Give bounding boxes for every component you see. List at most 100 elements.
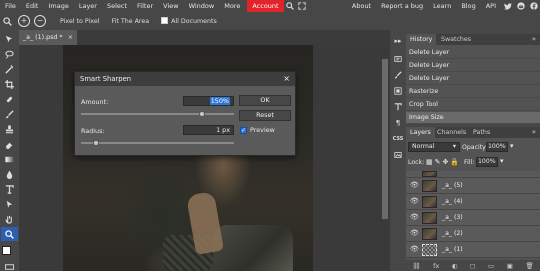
layer-row[interactable]: 👁 _a_ (5) bbox=[406, 178, 540, 194]
menu-more[interactable]: More bbox=[219, 0, 245, 12]
document-tab[interactable]: _a_ (1).psd * × bbox=[19, 30, 77, 45]
layer-row[interactable]: 👁 _a_ (2) bbox=[406, 226, 540, 242]
fill-dropdown-icon[interactable]: ▾ bbox=[500, 157, 504, 165]
menu-view[interactable]: View bbox=[158, 0, 183, 12]
swatches-panel-icon[interactable] bbox=[391, 84, 405, 97]
menu-layer[interactable]: Layer bbox=[74, 0, 102, 12]
lasso-tool-icon[interactable] bbox=[1, 47, 18, 61]
clone-stamp-tool-icon[interactable] bbox=[1, 122, 18, 136]
reset-button[interactable]: Reset bbox=[239, 110, 291, 121]
visibility-eye-icon[interactable]: 👁 bbox=[410, 213, 419, 221]
layer-row-partial[interactable] bbox=[406, 171, 540, 178]
image-panel-icon[interactable] bbox=[391, 148, 405, 161]
opacity-input[interactable]: 100% bbox=[486, 142, 508, 152]
visibility-eye-icon[interactable]: 👁 bbox=[410, 229, 419, 237]
history-item[interactable]: Delete Layer bbox=[406, 47, 540, 59]
menu-filter[interactable]: Filter bbox=[132, 0, 158, 12]
preview-checkbox[interactable]: ✓ bbox=[240, 127, 247, 134]
ok-button[interactable]: OK bbox=[239, 95, 291, 106]
tab-swatches[interactable]: Swatches bbox=[437, 34, 475, 45]
zoom-out-button[interactable]: − bbox=[34, 15, 46, 27]
link-layers-icon[interactable]: ⛓ bbox=[412, 262, 420, 270]
menu-window[interactable]: Window bbox=[184, 0, 220, 12]
layer-row[interactable]: 👁 _a_ (1) bbox=[406, 242, 540, 258]
foreground-color[interactable] bbox=[2, 246, 11, 255]
history-item[interactable]: Rasterize bbox=[406, 86, 540, 98]
quick-mask-icon[interactable] bbox=[1, 263, 18, 271]
link-api[interactable]: API bbox=[481, 0, 501, 12]
visibility-eye-icon[interactable]: 👁 bbox=[410, 245, 419, 253]
blend-mode-select[interactable]: Normal ▾ bbox=[408, 142, 460, 152]
history-item[interactable]: Image Size bbox=[406, 112, 540, 124]
fullscreen-icon[interactable] bbox=[296, 0, 308, 12]
link-blog[interactable]: Blog bbox=[456, 0, 480, 12]
account-button[interactable]: Account bbox=[247, 0, 284, 12]
close-tab-icon[interactable]: × bbox=[68, 30, 73, 45]
amount-slider-knob[interactable] bbox=[198, 111, 205, 117]
opacity-dropdown-icon[interactable]: ▾ bbox=[510, 142, 514, 150]
visibility-eye-icon[interactable]: 👁 bbox=[410, 197, 419, 205]
radius-slider-knob[interactable] bbox=[93, 140, 100, 146]
link-report-bug[interactable]: Report a bug bbox=[376, 0, 428, 12]
amount-input[interactable]: 150% bbox=[183, 96, 234, 106]
gradient-tool-icon[interactable] bbox=[1, 152, 18, 166]
css-panel-icon[interactable]: CSS bbox=[391, 132, 405, 145]
twitter-icon[interactable] bbox=[501, 0, 514, 12]
layer-mask-icon[interactable]: ◻ bbox=[470, 262, 475, 270]
layer-effects-icon[interactable]: fx bbox=[433, 262, 439, 270]
paragraph-panel-icon[interactable]: ¶ bbox=[391, 116, 405, 129]
link-about[interactable]: About bbox=[347, 0, 376, 12]
character-panel-icon[interactable] bbox=[391, 100, 405, 113]
eraser-tool-icon[interactable] bbox=[1, 137, 18, 151]
menu-file[interactable]: File bbox=[0, 0, 21, 12]
delete-layer-icon[interactable]: 🗑 bbox=[525, 262, 533, 270]
collapse-icon[interactable]: » bbox=[532, 34, 536, 45]
fit-area-button[interactable]: Fit The Area bbox=[107, 15, 153, 28]
tab-paths[interactable]: Paths bbox=[469, 127, 494, 138]
history-item[interactable]: Delete Layer bbox=[406, 60, 540, 72]
tab-history[interactable]: History bbox=[406, 34, 437, 45]
search-icon[interactable] bbox=[284, 0, 296, 12]
menu-select[interactable]: Select bbox=[102, 0, 132, 12]
radius-slider[interactable] bbox=[81, 140, 234, 146]
brush-tool-icon[interactable] bbox=[1, 107, 18, 121]
color-swatches[interactable] bbox=[2, 246, 17, 261]
scrollbar-thumb[interactable] bbox=[382, 59, 388, 219]
layer-row[interactable]: 👁 _a_ (3) bbox=[406, 210, 540, 226]
magic-wand-tool-icon[interactable] bbox=[1, 62, 18, 76]
hand-tool-icon[interactable] bbox=[1, 212, 18, 226]
menu-edit[interactable]: Edit bbox=[21, 0, 44, 12]
facebook-icon[interactable] bbox=[527, 0, 540, 12]
amount-slider[interactable] bbox=[81, 111, 234, 117]
layer-row[interactable]: 👁 _a_ (4) bbox=[406, 194, 540, 210]
link-learn[interactable]: Learn bbox=[428, 0, 456, 12]
reddit-icon[interactable] bbox=[514, 0, 527, 12]
vertical-scrollbar[interactable] bbox=[381, 45, 389, 271]
visibility-eye-icon[interactable]: 👁 bbox=[410, 181, 419, 189]
move-tool-icon[interactable] bbox=[1, 32, 18, 46]
all-documents-option[interactable]: All Documents bbox=[157, 15, 221, 28]
close-icon[interactable]: × bbox=[283, 72, 290, 86]
tab-channels[interactable]: Channels bbox=[433, 127, 470, 138]
tab-layers[interactable]: Layers bbox=[406, 127, 435, 138]
pixel-to-pixel-button[interactable]: Pixel to Pixel bbox=[56, 15, 103, 28]
radius-input[interactable]: 1 px bbox=[183, 125, 234, 135]
path-select-tool-icon[interactable] bbox=[1, 197, 18, 211]
lock-icons[interactable]: ▦✎✥🔒 bbox=[426, 158, 461, 166]
collapse-panels-icon[interactable]: ▸▸ bbox=[391, 34, 405, 47]
blur-tool-icon[interactable] bbox=[1, 167, 18, 181]
fill-input[interactable]: 100% bbox=[476, 157, 498, 167]
history-item[interactable]: Crop Tool bbox=[406, 99, 540, 111]
zoom-in-button[interactable]: + bbox=[18, 15, 30, 27]
adjustment-layer-icon[interactable]: ◐ bbox=[452, 262, 458, 270]
type-tool-icon[interactable] bbox=[1, 182, 18, 196]
healing-tool-icon[interactable] bbox=[1, 92, 18, 106]
crop-tool-icon[interactable] bbox=[1, 77, 18, 91]
history-panel-icon[interactable] bbox=[391, 52, 405, 65]
collapse-icon[interactable]: » bbox=[532, 127, 536, 138]
menu-image[interactable]: Image bbox=[43, 0, 73, 12]
history-item[interactable]: Delete Layer bbox=[406, 73, 540, 85]
all-documents-checkbox[interactable] bbox=[161, 17, 169, 24]
new-group-icon[interactable]: ▭ bbox=[488, 262, 494, 270]
brush-settings-icon[interactable] bbox=[391, 68, 405, 81]
